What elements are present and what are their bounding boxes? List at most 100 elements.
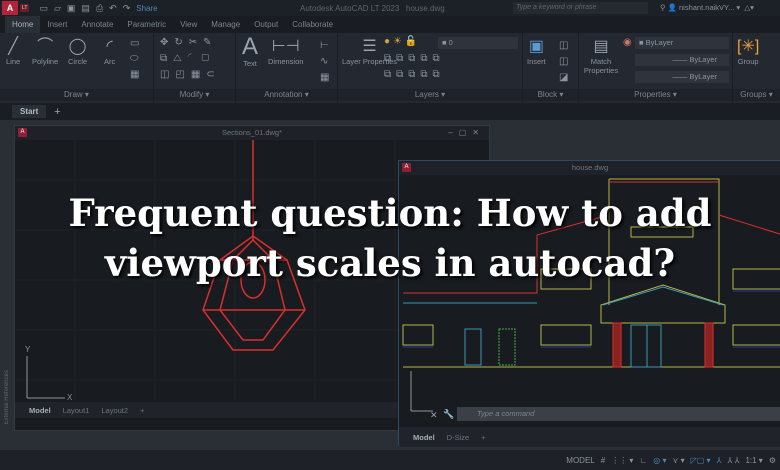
insert-tool[interactable]: ▣ Insert — [527, 37, 546, 66]
line-icon: ╱ — [8, 38, 18, 55]
save-icon[interactable]: ▣ — [67, 3, 76, 14]
layout1-tab[interactable]: Layout1 — [63, 406, 90, 415]
properties-panel: ▤ Match Properties ◉ ■ ByLayer —— ByLayer… — [579, 33, 733, 103]
block-panel-label[interactable]: Block ▾ — [523, 89, 578, 101]
annotation-panel: A Text ⊢⊣ Dimension ⊢ ∿ ▦ Annotation ▾ — [236, 33, 338, 103]
groups-label: Groups — [740, 90, 767, 99]
circle-tool[interactable]: ◯ Circle — [68, 37, 87, 66]
add-layout-button[interactable]: + — [140, 406, 144, 415]
annotation-visibility-icon[interactable]: ⅄ ⅄ — [727, 456, 739, 465]
text-tool[interactable]: A Text — [242, 35, 258, 69]
wrench-icon[interactable]: 🔧 — [443, 409, 454, 420]
ellipse-icon[interactable]: ⬭ — [130, 53, 139, 64]
osnap-icon[interactable]: ◸▢ ▾ — [691, 456, 711, 465]
autocad-logo[interactable]: A — [2, 1, 18, 15]
new-icon[interactable]: ▭ — [39, 3, 48, 14]
lineweight-value: ByLayer — [689, 72, 717, 81]
save-as-icon[interactable]: ▤ — [81, 3, 90, 14]
scale-dropdown[interactable]: 1:1 ▾ — [745, 456, 762, 465]
hatch-icon[interactable]: ▦ — [130, 69, 139, 80]
color-dropdown[interactable]: ■ ByLayer — [635, 37, 729, 49]
grid-icon[interactable]: # — [601, 456, 605, 465]
window-title: house.dwg — [571, 163, 609, 172]
model-tab[interactable]: Model — [29, 406, 51, 415]
ribbon: ╱ Line ⌒ Polyline ◯ Circle ◜ Arc ▭ ⬭ ▦ Draw … — [0, 33, 780, 103]
tab-insert[interactable]: Insert — [40, 16, 74, 33]
new-tab-button[interactable]: + — [54, 106, 60, 118]
tab-manage[interactable]: Manage — [204, 16, 247, 33]
polyline-label: Polyline — [32, 57, 59, 66]
layer-dropdown[interactable]: ■ 0 — [438, 37, 518, 49]
search-input[interactable]: Type a keyword or phrase — [513, 2, 648, 14]
block-small-icons[interactable]: ◫ ◫ ◪ — [559, 38, 568, 86]
layer-tools-row2[interactable]: ⧉⧉⧉⧉⧉ — [384, 69, 445, 80]
open-icon[interactable]: ▱ — [54, 3, 61, 14]
lineweight-dropdown[interactable]: —— ByLayer — [635, 71, 729, 83]
headline-line-2: viewport scales in autocad? — [104, 241, 676, 285]
arc-tool[interactable]: ◜ Arc — [104, 37, 115, 66]
linetype-value: ByLayer — [689, 55, 717, 64]
add-layout-button[interactable]: + — [481, 433, 485, 442]
polar-tracking-icon[interactable]: ◎ ▾ — [653, 456, 666, 465]
print-icon[interactable]: ⎙ — [96, 3, 103, 14]
match-properties-tool[interactable]: ▤ Match Properties — [581, 37, 621, 75]
tab-parametric[interactable]: Parametric — [120, 16, 173, 33]
close-command-line-icon[interactable]: ✕ — [430, 410, 438, 421]
tab-view[interactable]: View — [173, 16, 204, 33]
groups-panel-label[interactable]: Groups ▾ — [733, 89, 780, 101]
status-bar: MODEL # ⋮⋮ ▾ ∟ ◎ ▾ ⋎ ▾ ◸▢ ▾ ⅄ ⅄ ⅄ 1:1 ▾ … — [0, 450, 780, 470]
group-tool[interactable]: [✳] Group — [737, 37, 759, 66]
stretch-scale-array-icons[interactable]: ◫◰▦⊂ — [160, 69, 221, 80]
external-references-label[interactable]: External References — [4, 370, 10, 424]
snap-icon[interactable]: ⋮⋮ ▾ — [611, 456, 633, 465]
layout2-tab[interactable]: Layout2 — [101, 406, 128, 415]
d-size-tab[interactable]: D-Size — [447, 433, 470, 442]
model-space-button[interactable]: MODEL — [566, 456, 594, 465]
tab-home[interactable]: Home — [5, 16, 41, 33]
model-tab[interactable]: Model — [413, 433, 435, 442]
x-axis-marker: X — [67, 393, 73, 400]
properties-panel-label[interactable]: Properties ▾ — [579, 89, 732, 101]
insert-icon: ▣ — [528, 38, 544, 55]
polyline-tool[interactable]: ⌒ Polyline — [32, 37, 58, 66]
draw-panel-label[interactable]: Draw ▾ — [0, 89, 153, 101]
dimension-label: Dimension — [268, 57, 304, 66]
layer-value: 0 — [448, 38, 453, 47]
isometric-icon[interactable]: ⋎ ▾ — [673, 456, 685, 465]
linetype-dropdown[interactable]: —— ByLayer — [635, 54, 729, 66]
annotation-small-icons[interactable]: ⊢ ∿ ▦ — [320, 38, 329, 86]
tab-collaborate[interactable]: Collaborate — [285, 16, 340, 33]
tab-output[interactable]: Output — [247, 16, 285, 33]
user-name: nishant.naikVY... — [679, 3, 735, 12]
gear-icon[interactable]: ⚙ — [769, 456, 776, 465]
dimension-tool[interactable]: ⊢⊣ Dimension — [268, 37, 303, 66]
undo-icon[interactable]: ↶ — [109, 3, 117, 14]
move-rotate-trim-icons[interactable]: ✥↻✂✎ — [160, 37, 218, 48]
ortho-icon[interactable]: ∟ — [639, 456, 647, 465]
arc-icon: ◜ — [106, 38, 113, 55]
color-wheel-icon[interactable]: ◉ — [623, 37, 632, 48]
command-input[interactable]: Type a command — [457, 407, 780, 421]
layer-tools-row1[interactable]: ⧉⧉⧉⧉⧉ — [384, 53, 445, 64]
share-button[interactable]: Share — [136, 4, 157, 13]
modify-panel-label[interactable]: Modify ▾ — [154, 89, 235, 101]
annotation-scale-icon[interactable]: ⅄ — [717, 456, 722, 465]
start-tab[interactable]: Start — [12, 105, 47, 118]
window-title-bar: Ahouse.dwg — [399, 161, 780, 175]
layers-panel-label[interactable]: Layers ▾ — [338, 89, 522, 101]
redo-icon[interactable]: ↷ — [123, 3, 131, 14]
copy-mirror-fillet-icons[interactable]: ⧉△◜▢ — [160, 53, 215, 64]
title-bar: A LT ▭ ▱ ▣ ▤ ⎙ ↶ ↷ Share Autodesk AutoCA… — [0, 0, 780, 16]
line-tool[interactable]: ╱ Line — [6, 37, 20, 66]
rectangle-icon[interactable]: ▭ — [130, 38, 139, 49]
window-controls[interactable]: –▢✕ — [448, 126, 485, 140]
file-tabs: Start + — [0, 103, 780, 120]
tab-annotate[interactable]: Annotate — [74, 16, 120, 33]
polyline-icon: ⌒ — [37, 38, 54, 55]
article-headline: Frequent question: How to add viewport s… — [0, 188, 780, 288]
annotation-panel-label[interactable]: Annotation ▾ — [236, 89, 337, 101]
ribbon-tabs: Home Insert Annotate Parametric View Man… — [0, 16, 780, 33]
user-menu[interactable]: ⚲ 👤 nishant.naikVY... ▾ △▾ — [660, 3, 754, 12]
layer-state-icons[interactable]: ● ☀ 🔓 — [384, 36, 417, 47]
annotation-label: Annotation — [264, 90, 303, 99]
